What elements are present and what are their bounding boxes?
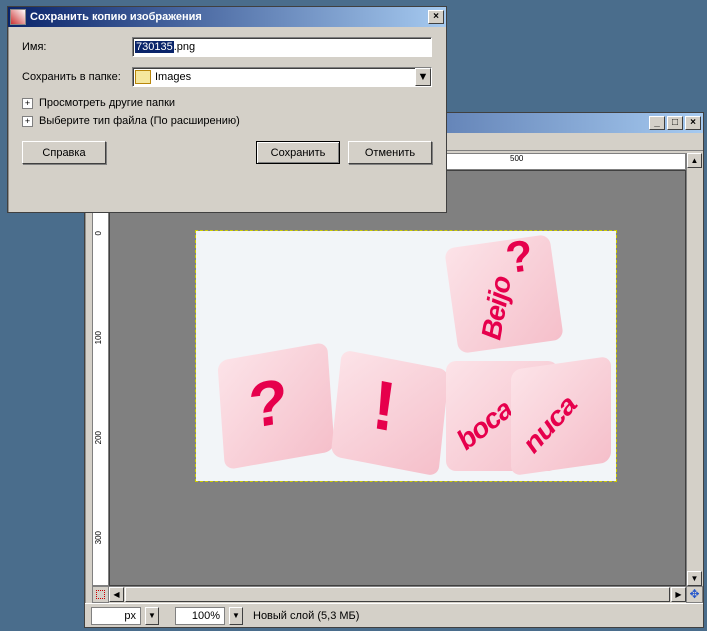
chevron-down-icon[interactable]: ▼ <box>415 68 431 86</box>
scroll-left-button[interactable]: ◀ <box>109 587 124 602</box>
ruler-tick: 0 <box>94 231 103 235</box>
ruler-tick: 200 <box>94 431 103 444</box>
zoom-field[interactable]: 100% <box>175 607 225 625</box>
status-text: Новый слой (5,3 МБ) <box>253 610 359 622</box>
unit-field[interactable]: px <box>91 607 141 625</box>
close-button[interactable]: × <box>685 116 701 130</box>
folder-label: Сохранить в папке: <box>22 71 132 83</box>
vertical-scrollbar[interactable]: ▲ ▼ <box>686 153 703 586</box>
ruler-tick: 300 <box>94 531 103 544</box>
ruler-tick: 500 <box>510 154 523 163</box>
scroll-down-button[interactable]: ▼ <box>687 571 702 586</box>
filename-input[interactable]: 730135.png <box>132 37 432 57</box>
folder-combo[interactable]: Images ▼ <box>132 67 432 87</box>
canvas-area[interactable]: ? ! Beijo ? boca nuca <box>109 170 686 586</box>
browse-folders-expander[interactable]: + Просмотреть другие папки <box>22 97 432 109</box>
name-label: Имя: <box>22 41 132 53</box>
save-dialog: Сохранить копию изображения × Имя: 73013… <box>7 6 447 213</box>
vertical-ruler[interactable]: 0 100 200 300 <box>92 170 109 586</box>
plus-icon: + <box>22 116 33 127</box>
scroll-up-button[interactable]: ▲ <box>687 153 702 168</box>
scroll-right-button[interactable]: ▶ <box>671 587 686 602</box>
folder-icon <box>135 70 151 84</box>
minimize-button[interactable]: _ <box>649 116 665 130</box>
dice-image: Beijo ? <box>444 234 564 354</box>
dice-image: ! <box>331 349 450 476</box>
dialog-close-button[interactable]: × <box>428 10 444 24</box>
dialog-title: Сохранить копию изображения <box>30 11 202 23</box>
quickmask-icon <box>96 590 105 599</box>
file-type-expander[interactable]: + Выберите тип файла (По расширению) <box>22 115 432 127</box>
navigation-icon[interactable]: ✥ <box>686 586 703 603</box>
dialog-titlebar[interactable]: Сохранить копию изображения × <box>8 7 446 27</box>
dice-image: nuca <box>511 356 611 476</box>
status-bar: px ▼ 100% ▼ Новый слой (5,3 МБ) <box>85 603 703 627</box>
unit-dropdown-button[interactable]: ▼ <box>145 607 159 625</box>
help-button[interactable]: Справка <box>22 141 106 164</box>
ruler-tick: 100 <box>94 331 103 344</box>
dice-image: ? <box>217 342 334 470</box>
image-canvas[interactable]: ? ! Beijo ? boca nuca <box>196 231 616 481</box>
quickmask-toggle[interactable] <box>92 586 109 603</box>
save-button[interactable]: Сохранить <box>256 141 340 164</box>
app-icon <box>10 9 26 25</box>
browse-folders-label: Просмотреть другие папки <box>39 97 175 109</box>
file-type-label: Выберите тип файла (По расширению) <box>39 115 240 127</box>
plus-icon: + <box>22 98 33 109</box>
filename-extension: .png <box>174 41 195 53</box>
filename-selected-text: 730135 <box>135 41 174 53</box>
zoom-dropdown-button[interactable]: ▼ <box>229 607 243 625</box>
maximize-button[interactable]: □ <box>667 116 683 130</box>
scroll-thumb[interactable] <box>125 587 670 602</box>
folder-value: Images <box>155 71 191 83</box>
horizontal-scrollbar[interactable]: ◀ ▶ <box>109 586 686 603</box>
cancel-button[interactable]: Отменить <box>348 141 432 164</box>
